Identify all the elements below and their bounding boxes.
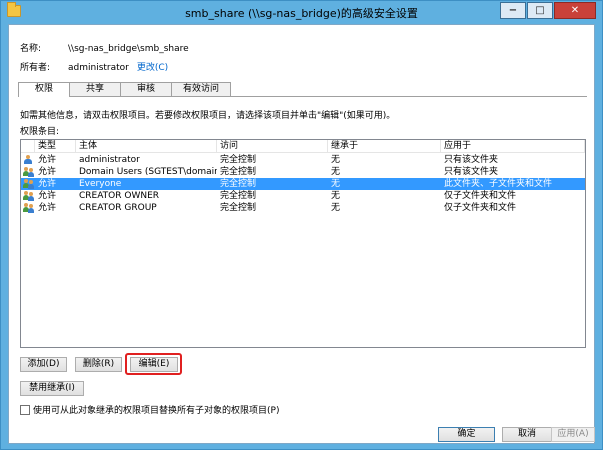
table-row[interactable]: 允许 CREATOR GROUP 完全控制 无 仅子文件夹和文件 [21,202,585,214]
tab-auditing[interactable]: 审核 [120,82,172,96]
name-label: 名称: [20,44,42,54]
remove-button[interactable]: 删除(R) [75,357,122,372]
header-icon-col [21,140,35,153]
minimize-button[interactable]: − [500,2,526,19]
maximize-button[interactable]: □ [527,2,553,19]
tab-divider [18,96,587,97]
owner-row: 所有者: administrator 更改(C) [20,60,168,73]
replace-child-permissions-option[interactable]: 使用可从此对象继承的权限项目替换所有子对象的权限项目(P) [20,403,279,416]
inherited-cell: 无 [331,203,341,213]
access-cell: 完全控制 [220,155,257,165]
disable-inheritance-button[interactable]: 禁用继承(I) [20,381,84,396]
tab-strip: 权限 共享 审核 有效访问 [18,82,231,97]
replace-child-permissions-checkbox[interactable] [20,404,30,415]
tab-permissions[interactable]: 权限 [18,82,70,97]
name-value: \\sg-nas_bridge\smb_share [68,44,189,54]
column-header-applies-to[interactable]: 应用于 [441,140,585,153]
table-row[interactable]: 允许 administrator 完全控制 无 只有该文件夹 [21,154,585,166]
principal-cell: Everyone [79,179,122,189]
group-icon [23,167,34,177]
access-cell: 完全控制 [220,167,257,177]
column-header-principal[interactable]: 主体 [76,140,217,153]
close-button[interactable]: ✕ [554,2,596,19]
tab-share[interactable]: 共享 [69,82,121,96]
applies-cell: 只有该文件夹 [444,155,499,165]
replace-child-permissions-label: 使用可从此对象继承的权限项目替换所有子对象的权限项目(P) [33,406,280,416]
type-cell: 允许 [38,191,57,201]
inherited-cell: 无 [331,191,341,201]
access-cell: 完全控制 [220,179,257,189]
window-controls: − □ ✕ [500,2,596,19]
table-row[interactable]: 允许 CREATOR OWNER 完全控制 无 仅子文件夹和文件 [21,190,585,202]
column-header-inherited-from[interactable]: 继承于 [328,140,441,153]
apply-button[interactable]: 应用(A) [551,427,595,442]
icon-cell [21,202,35,214]
inherited-cell: 无 [331,179,341,189]
type-cell: 允许 [38,167,57,177]
table-row[interactable]: 允许 Domain Users (SGTEST\domain ... 完全控制 … [21,166,585,178]
group-icon [23,191,34,201]
permission-entries-label: 权限条目: [20,127,60,137]
inherited-cell: 无 [331,167,341,177]
table-row-selected[interactable]: 允许 Everyone 完全控制 无 此文件夹、子文件夹和文件 [21,178,585,190]
icon-cell [21,154,35,166]
access-cell: 完全控制 [220,203,257,213]
table-header: 类型 主体 访问 继承于 应用于 [21,140,585,153]
edit-button[interactable]: 编辑(E) [130,357,178,372]
cancel-button[interactable]: 取消 [502,427,552,442]
name-row: 名称: \\sg-nas_bridge\smb_share [20,41,189,54]
icon-cell [21,166,35,178]
principal-cell: administrator [79,155,140,165]
dialog-body: 名称: \\sg-nas_bridge\smb_share 所有者: adminis… [8,24,595,444]
applies-cell: 仅子文件夹和文件 [444,191,517,201]
change-owner-link[interactable]: 更改(C) [137,63,168,73]
principal-cell: Domain Users (SGTEST\domain ... [79,167,217,177]
applies-cell: 此文件夹、子文件夹和文件 [444,179,553,189]
principal-cell: CREATOR GROUP [79,203,157,213]
applies-cell: 仅子文件夹和文件 [444,203,517,213]
type-cell: 允许 [38,155,57,165]
access-cell: 完全控制 [220,191,257,201]
tab-effective-access[interactable]: 有效访问 [171,82,231,96]
group-icon [23,179,34,189]
owner-value: administrator [68,63,129,73]
icon-cell [21,190,35,202]
permission-entries-table[interactable]: 类型 主体 访问 继承于 应用于 允许 administrator 完全控制 无… [20,139,586,348]
add-button[interactable]: 添加(D) [20,357,67,372]
type-cell: 允许 [38,179,57,189]
instructions-text: 如需其他信息，请双击权限项目。若要修改权限项目，请选择该项目并单击"编辑"(如果… [20,111,396,121]
icon-cell [21,178,35,190]
owner-label: 所有者: [20,63,51,73]
title-bar[interactable]: smb_share (\\sg-nas_bridge)的高级安全设置 − □ ✕ [1,1,602,23]
type-cell: 允许 [38,203,57,213]
inherited-cell: 无 [331,155,341,165]
user-icon [23,155,33,165]
column-header-access[interactable]: 访问 [217,140,328,153]
advanced-security-window: smb_share (\\sg-nas_bridge)的高级安全设置 − □ ✕… [0,0,603,450]
group-icon [23,203,34,213]
applies-cell: 只有该文件夹 [444,167,499,177]
principal-cell: CREATOR OWNER [79,191,160,201]
column-header-type[interactable]: 类型 [35,140,76,153]
ok-button[interactable]: 确定 [438,427,495,442]
